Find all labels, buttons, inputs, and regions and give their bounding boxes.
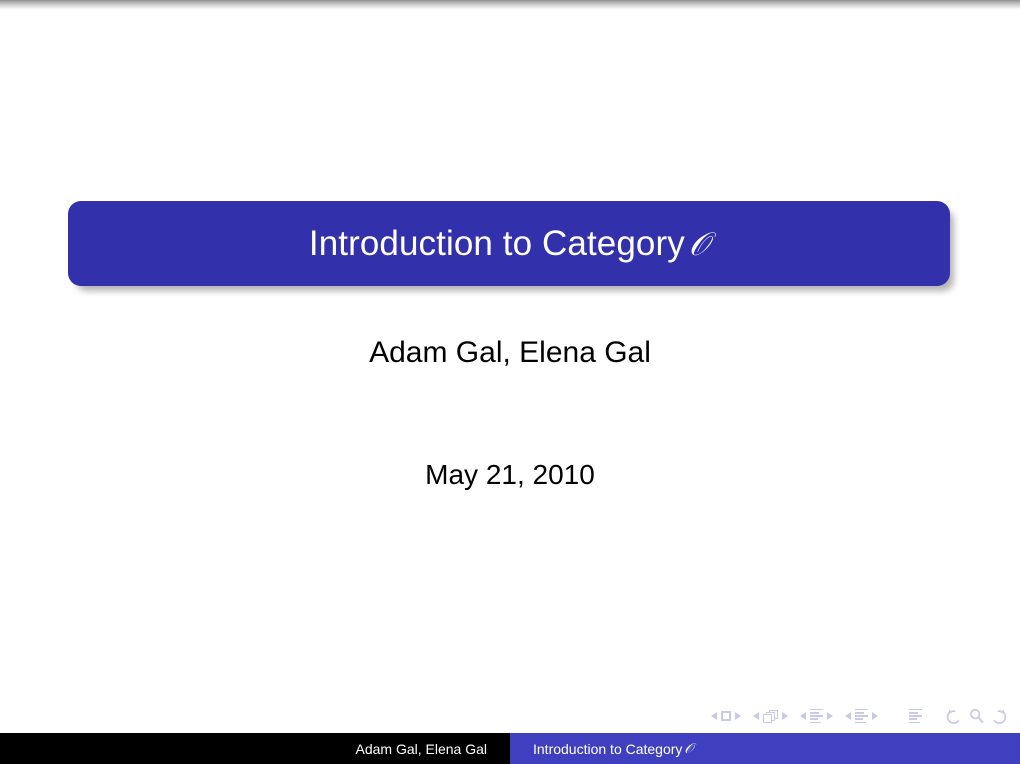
title-block: Introduction to Category 𝒪 bbox=[68, 201, 950, 286]
date-line: May 21, 2010 bbox=[425, 459, 595, 490]
next-slide-icon[interactable] bbox=[735, 712, 741, 720]
previous-frame-icon[interactable] bbox=[753, 712, 759, 720]
footline-script-o-symbol: 𝒪 bbox=[684, 740, 694, 757]
next-subsection-icon[interactable] bbox=[827, 711, 833, 720]
navigation-tools-group[interactable] bbox=[945, 708, 1008, 724]
next-section-icon[interactable] bbox=[872, 711, 878, 720]
authors-line: Adam Gal, Elena Gal bbox=[369, 336, 651, 369]
previous-section-icon[interactable] bbox=[845, 711, 851, 720]
document-navigation-group[interactable] bbox=[900, 708, 931, 724]
subsection-navigation-group[interactable] bbox=[794, 708, 839, 724]
page-top-edge-gradient bbox=[0, 0, 1020, 10]
footline-title: Introduction to Category 𝒪 bbox=[510, 733, 1020, 764]
previous-slide-icon[interactable] bbox=[711, 712, 717, 720]
presentation-slide: Introduction to Category 𝒪 Adam Gal, Elen… bbox=[0, 0, 1020, 764]
slide-navigation-group[interactable] bbox=[705, 711, 747, 721]
previous-subsection-icon[interactable] bbox=[800, 711, 806, 720]
document-indicator-icon[interactable] bbox=[909, 708, 922, 724]
next-frame-icon[interactable] bbox=[782, 712, 788, 720]
search-icon[interactable] bbox=[969, 708, 984, 724]
section-indicator-icon[interactable] bbox=[855, 708, 868, 724]
title-script-o-symbol: 𝒪 bbox=[688, 225, 710, 263]
slide-indicator-icon[interactable] bbox=[721, 711, 731, 721]
footline: Adam Gal, Elena Gal Introduction to Cate… bbox=[0, 733, 1020, 764]
subsection-indicator-icon[interactable] bbox=[810, 708, 823, 724]
beamer-navigation-symbols[interactable] bbox=[705, 704, 1008, 728]
page-title: Introduction to Category 𝒪 bbox=[309, 226, 709, 261]
section-navigation-group[interactable] bbox=[839, 708, 884, 724]
footline-title-text: Introduction to Category bbox=[533, 740, 683, 757]
footline-author: Adam Gal, Elena Gal bbox=[0, 733, 510, 764]
forward-arrow-icon[interactable] bbox=[991, 708, 1008, 724]
frame-indicator-icon[interactable] bbox=[763, 709, 778, 723]
back-arrow-icon[interactable] bbox=[945, 708, 962, 724]
frame-navigation-group[interactable] bbox=[747, 709, 794, 723]
title-main-text: Introduction to Category bbox=[308, 224, 685, 263]
